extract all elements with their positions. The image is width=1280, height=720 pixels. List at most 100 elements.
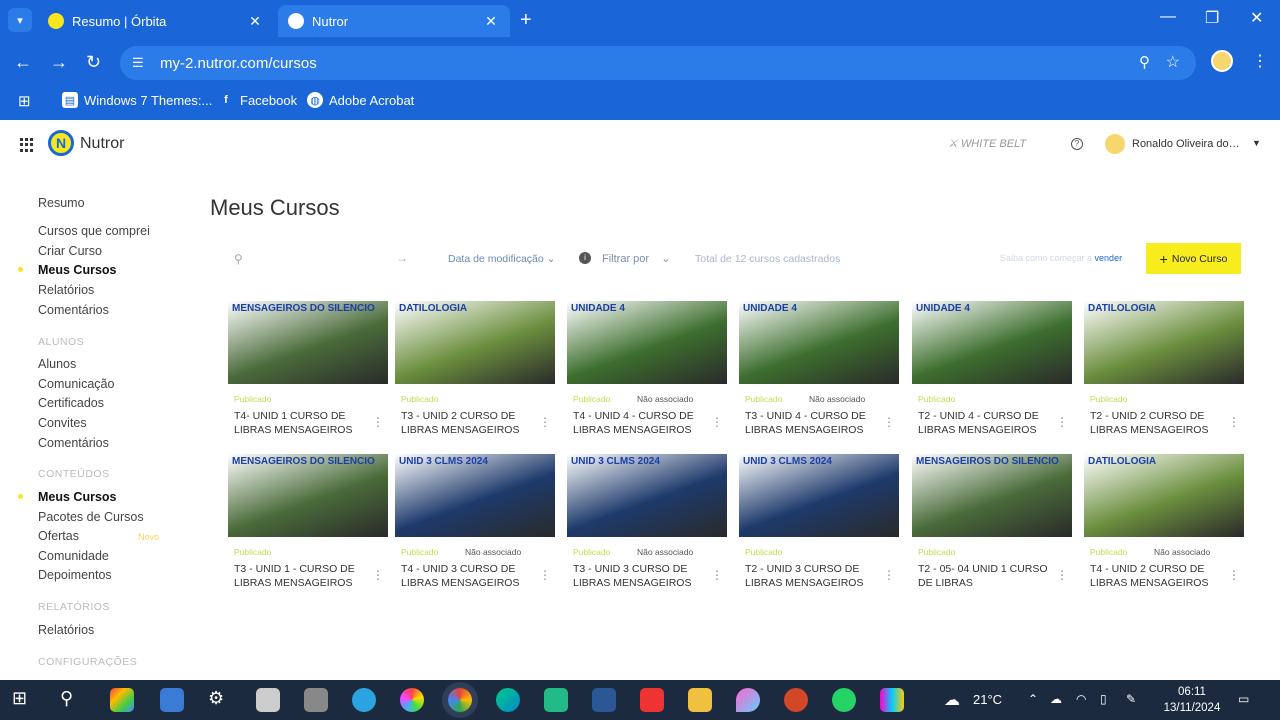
course-card[interactable]: MENSAGEIROS DO SILENCIO Publicado T2 - 05-… — [912, 454, 1072, 594]
course-title[interactable]: T4 - UNID 4 - CURSO DE LIBRAS MENSAGEIRO… — [573, 409, 705, 437]
sidebar-item-meus-cursos[interactable]: Meus Cursos — [38, 263, 117, 277]
word-icon[interactable] — [592, 688, 616, 712]
learn-link[interactable]: vender — [1095, 253, 1123, 263]
edge-icon[interactable] — [496, 688, 520, 712]
course-thumbnail[interactable]: UNIDADE 4 — [912, 301, 1072, 384]
course-card[interactable]: MENSAGEIROS DO SILENCIO Publicado T4- UNID… — [228, 301, 388, 441]
drop-icon[interactable] — [736, 688, 760, 712]
sidebar-item-alunos[interactable]: Alunos — [38, 357, 76, 371]
file-icon[interactable] — [256, 688, 280, 712]
course-title[interactable]: T3 - UNID 1 - CURSO DE LIBRAS MENSAGEIRO… — [234, 562, 366, 590]
settings-gear-icon[interactable]: ⚙ — [208, 688, 232, 712]
zoom-icon[interactable]: ⚲ — [1139, 53, 1150, 71]
minimize-icon[interactable]: — — [1160, 8, 1176, 26]
course-card[interactable]: DATILOLOGIA Publicado Não associado T4 - UN… — [1084, 454, 1244, 594]
course-title[interactable]: T3 - UNID 2 CURSO DE LIBRAS MENSAGEIROS … — [401, 409, 533, 437]
bookmark-adobe[interactable]: ◍ Adobe Acrobat — [307, 92, 414, 108]
course-title[interactable]: T4 - UNID 3 CURSO DE LIBRAS MENSAGEIROS … — [401, 562, 533, 590]
more-options-icon[interactable]: ⋮ — [372, 568, 384, 582]
search-icon[interactable]: ⚲ — [60, 688, 84, 712]
more-options-icon[interactable]: ⋮ — [711, 568, 723, 582]
sort-dropdown[interactable]: Data de modificação ⌄ — [448, 253, 555, 265]
meet-icon[interactable] — [544, 688, 568, 712]
more-options-icon[interactable]: ⋮ — [883, 568, 895, 582]
sidebar-item-cursos-comprei[interactable]: Cursos que comprei — [38, 224, 150, 238]
tab-resumo[interactable]: Resumo | Órbita ✕ — [38, 5, 274, 37]
more-options-icon[interactable]: ⋮ — [1228, 415, 1240, 429]
more-options-icon[interactable]: ⋮ — [1056, 568, 1068, 582]
sidebar-item-pacotes[interactable]: Pacotes de Cursos — [38, 510, 144, 524]
course-title[interactable]: T3 - UNID 3 CURSO DE LIBRAS MENSAGEIROS … — [573, 562, 705, 590]
address-bar[interactable]: ☰ my-2.nutror.com/cursos ⚲ ☆ — [120, 46, 1196, 80]
more-options-icon[interactable]: ⋮ — [1056, 415, 1068, 429]
telegram-icon[interactable] — [352, 688, 376, 712]
pen-icon[interactable]: ✎ — [1126, 692, 1136, 706]
more-options-icon[interactable]: ⋮ — [539, 568, 551, 582]
course-card[interactable]: MENSAGEIROS DO SILENCIO Publicado T3 - UNI… — [228, 454, 388, 594]
sidebar-item-comunidade[interactable]: Comunidade — [38, 549, 109, 563]
sidebar-item-depoimentos[interactable]: Depoimentos — [38, 568, 112, 582]
course-card[interactable]: UNIDADE 4 Publicado T2 - UNID 4 - CURSO DE… — [912, 301, 1072, 441]
more-options-icon[interactable]: ⋮ — [1228, 568, 1240, 582]
course-thumbnail[interactable]: UNIDADE 4 — [739, 301, 899, 384]
course-thumbnail[interactable]: UNIDADE 4 — [567, 301, 727, 384]
sidebar-item-convites[interactable]: Convites — [38, 416, 87, 430]
course-thumbnail[interactable]: MENSAGEIROS DO SILENCIO — [912, 454, 1072, 537]
calendar-icon[interactable] — [160, 688, 184, 712]
course-thumbnail[interactable]: UNID 3 CLMS 2024 — [395, 454, 555, 537]
course-title[interactable]: T2 - 05- 04 UNID 1 CURSO DE LIBRAS MENSA… — [918, 562, 1050, 590]
chevron-down-icon[interactable]: ▼ — [1252, 138, 1261, 148]
bookmark-windows7[interactable]: ▤ Windows 7 Themes:... — [62, 92, 212, 108]
folder-icon[interactable] — [688, 688, 712, 712]
close-tab-icon[interactable]: ✕ — [246, 13, 264, 30]
apps-menu-icon[interactable] — [20, 138, 34, 152]
sidebar-item-comentarios[interactable]: Comentários — [38, 303, 109, 317]
new-tab-button[interactable]: + — [520, 8, 532, 32]
tab-list-button[interactable]: ▾ — [8, 8, 32, 32]
user-name[interactable]: Ronaldo Oliveira dos ... — [1132, 138, 1244, 150]
user-avatar[interactable] — [1105, 134, 1125, 154]
course-thumbnail[interactable]: MENSAGEIROS DO SILENCIO — [228, 454, 388, 537]
course-title[interactable]: T2 - UNID 2 CURSO DE LIBRAS MENSAGEIROS … — [1090, 409, 1222, 437]
course-title[interactable]: T3 - UNID 4 - CURSO DE LIBRAS MENSAGEIRO… — [745, 409, 877, 437]
filter-dropdown[interactable]: Filtrar por ⌄ — [602, 252, 671, 265]
sidebar-item-relatorios-sec[interactable]: Relatórios — [38, 623, 94, 637]
chevron-up-icon[interactable]: ⌃ — [1028, 692, 1038, 706]
course-card[interactable]: UNID 3 CLMS 2024 Publicado Não associado T3… — [567, 454, 727, 594]
media-icon[interactable] — [880, 688, 904, 712]
notifications-icon[interactable]: ▭ — [1238, 692, 1249, 706]
onedrive-icon[interactable]: ☁ — [1050, 692, 1062, 706]
course-thumbnail[interactable]: UNID 3 CLMS 2024 — [739, 454, 899, 537]
more-options-icon[interactable]: ⋮ — [711, 415, 723, 429]
course-thumbnail[interactable]: MENSAGEIROS DO SILENCIO — [228, 301, 388, 384]
bookmark-facebook[interactable]: f Facebook — [218, 92, 297, 108]
camera-icon[interactable] — [304, 688, 328, 712]
reload-icon[interactable]: ↻ — [86, 52, 101, 73]
arrow-right-icon[interactable]: → — [396, 251, 408, 265]
course-thumbnail[interactable]: DATILOLOGIA — [1084, 301, 1244, 384]
course-thumbnail[interactable]: DATILOLOGIA — [1084, 454, 1244, 537]
more-options-icon[interactable]: ⋮ — [372, 415, 384, 429]
sidebar-item-relatorios[interactable]: Relatórios — [38, 283, 94, 297]
course-card[interactable]: UNIDADE 4 Publicado Não associado T4 - UNID… — [567, 301, 727, 441]
course-thumbnail[interactable]: DATILOLOGIA — [395, 301, 555, 384]
course-title[interactable]: T4- UNID 1 CURSO DE LIBRAS MENSAGEIROS D… — [234, 409, 366, 437]
new-course-button[interactable]: + Novo Curso — [1146, 243, 1241, 274]
site-info-icon[interactable]: ☰ — [132, 55, 150, 71]
sidebar-item-meus-cursos-conteudos[interactable]: Meus Cursos — [38, 490, 117, 504]
course-card[interactable]: UNIDADE 4 Publicado Não associado T3 - UNID… — [739, 301, 899, 441]
weather-temp[interactable]: 21°C — [973, 692, 1002, 707]
course-title[interactable]: T2 - UNID 3 CURSO DE LIBRAS MENSAGEIROS … — [745, 562, 877, 590]
back-icon[interactable]: ← — [14, 52, 32, 73]
powerpoint-icon[interactable] — [784, 688, 808, 712]
profile-avatar[interactable] — [1211, 50, 1233, 72]
clock[interactable]: 06:11 13/11/2024 — [1160, 684, 1224, 716]
course-title[interactable]: T4 - UNID 2 CURSO DE LIBRAS MENSAGEIROS … — [1090, 562, 1222, 590]
tab-nutror[interactable]: Nutror ✕ — [278, 5, 510, 37]
learn-to-sell[interactable]: Saiba como começar a vender — [1000, 253, 1122, 263]
bookmark-star-icon[interactable]: ☆ — [1166, 52, 1180, 72]
sidebar-item-certificados[interactable]: Certificados — [38, 396, 104, 410]
whatsapp-icon[interactable] — [832, 688, 856, 712]
sidebar-item-comunicacao[interactable]: Comunicação — [38, 377, 114, 391]
youtube-icon[interactable] — [640, 688, 664, 712]
